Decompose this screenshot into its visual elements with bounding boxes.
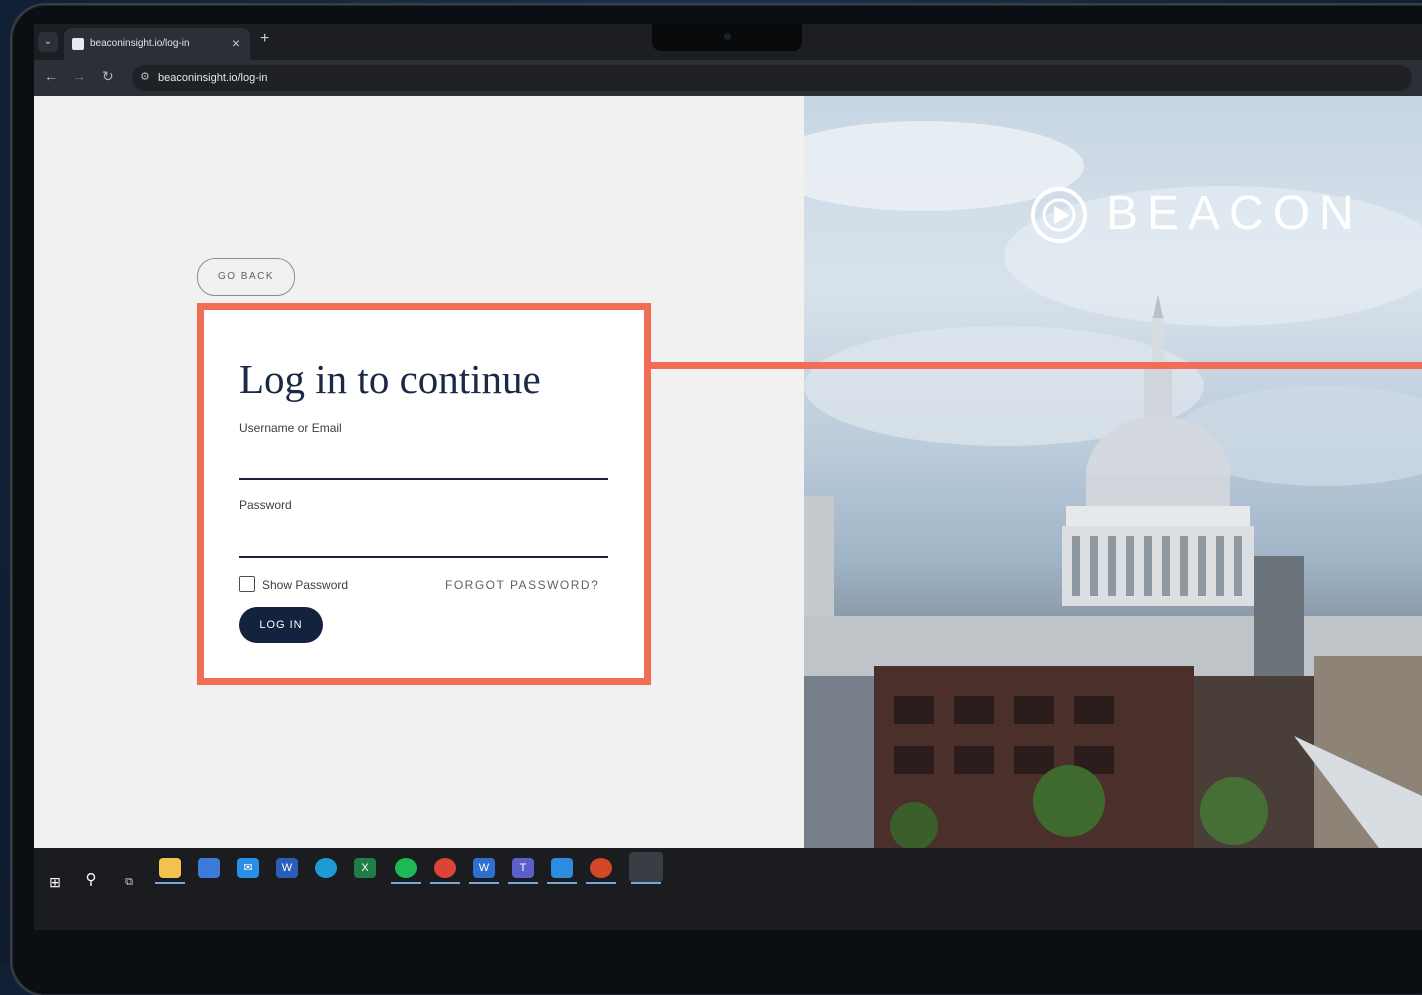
teams-icon[interactable]: T (512, 858, 534, 878)
forgot-password-link[interactable]: FORGOT PASSWORD? (445, 578, 599, 592)
webex-icon[interactable]: W (473, 858, 495, 878)
tab-title: beaconinsight.io/log-in (90, 38, 190, 49)
username-field[interactable] (239, 452, 608, 480)
spotify-indicator (391, 882, 421, 884)
show-password-checkbox[interactable] (239, 576, 255, 592)
show-password-label[interactable]: Show Password (262, 578, 348, 592)
hero-image: BEACON (804, 96, 1422, 848)
edge-icon[interactable] (315, 858, 337, 878)
word-icon[interactable]: W (276, 858, 298, 878)
store-icon[interactable] (198, 858, 220, 878)
file-explorer-icon[interactable] (159, 858, 181, 878)
windows-start-icon[interactable]: ⊞ (44, 872, 66, 892)
username-label: Username or Email (239, 421, 342, 435)
windows-taskbar: ⊞ ⚲ ⧉ ✉ W X W T (34, 848, 1422, 914)
login-panel: GO BACK Log in to continue Username or E… (34, 96, 804, 848)
camera-notch (652, 24, 802, 51)
excel-icon[interactable]: X (354, 858, 376, 878)
chrome-indicator (430, 882, 460, 884)
chrome-icon[interactable] (434, 858, 456, 878)
powerpoint-icon[interactable] (590, 858, 612, 878)
camera-icon (724, 33, 731, 40)
paint-icon[interactable] (551, 858, 573, 878)
password-field[interactable] (239, 530, 608, 558)
browser-tab[interactable]: beaconinsight.io/log-in × (64, 28, 250, 60)
login-button[interactable]: LOG IN (239, 607, 323, 643)
mail-icon[interactable]: ✉ (237, 858, 259, 878)
close-tab-icon[interactable]: × (232, 35, 240, 51)
url-text[interactable]: beaconinsight.io/log-in (158, 72, 267, 84)
spotify-icon[interactable] (395, 858, 417, 878)
search-icon[interactable]: ⚲ (80, 870, 102, 890)
teams-indicator (508, 882, 538, 884)
task-view-icon[interactable]: ⧉ (118, 872, 140, 892)
powerpoint-indicator (586, 882, 616, 884)
page-content: GO BACK Log in to continue Username or E… (34, 96, 1422, 848)
browser-toolbar: ← → ↻ ⚙ beaconinsight.io/log-in (34, 60, 1422, 96)
file-explorer-indicator (155, 882, 185, 884)
site-settings-icon[interactable]: ⚙ (140, 70, 150, 83)
chrome-profile-icon[interactable] (629, 852, 663, 882)
forward-arrow-icon[interactable]: → (72, 68, 86, 84)
new-tab-button[interactable]: + (260, 30, 269, 48)
paint-indicator (547, 882, 577, 884)
chrome-profile-indicator (631, 882, 661, 884)
login-card: Log in to continue Username or Email Pas… (197, 303, 651, 685)
reload-icon[interactable]: ↻ (102, 68, 114, 85)
password-label: Password (239, 498, 292, 512)
webex-indicator (469, 882, 499, 884)
back-arrow-icon[interactable]: ← (44, 68, 58, 84)
address-bar[interactable]: ⚙ beaconinsight.io/log-in (132, 65, 1412, 91)
beacon-logo-icon (1031, 187, 1087, 243)
go-back-button[interactable]: GO BACK (197, 258, 295, 296)
chevron-down-icon[interactable]: ⌄ (38, 32, 58, 52)
page-title: Log in to continue (239, 356, 541, 402)
favicon-icon (72, 38, 84, 50)
highlight-connector-line (648, 362, 1422, 369)
brand-wordmark: BEACON (1106, 187, 1363, 240)
